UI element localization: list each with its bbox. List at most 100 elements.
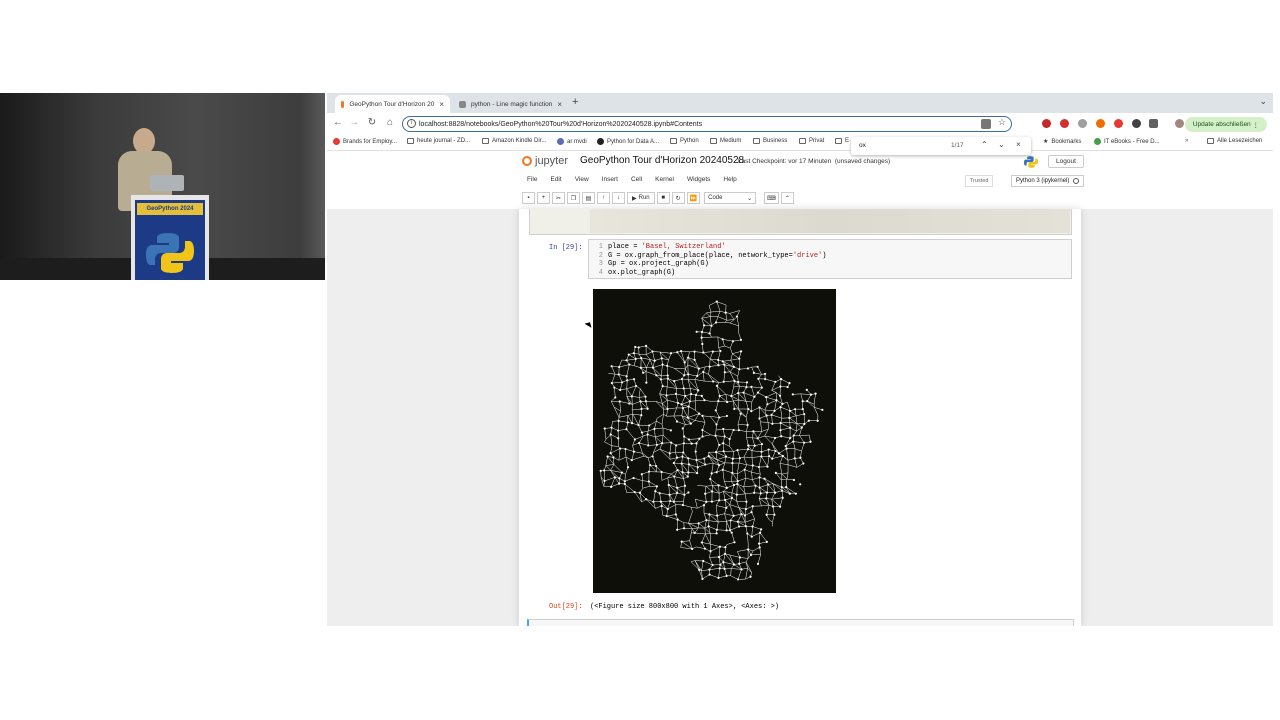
more-bookmarks-icon[interactable]: » bbox=[1185, 138, 1188, 144]
street-node bbox=[765, 396, 768, 399]
move-down-icon[interactable]: ↓ bbox=[612, 192, 625, 204]
bookmark-item[interactable]: heute journal - ZD... bbox=[407, 138, 470, 144]
street-node bbox=[758, 486, 761, 489]
find-input[interactable]: ox bbox=[859, 142, 866, 149]
close-find-icon[interactable]: × bbox=[1016, 140, 1021, 149]
street-node bbox=[732, 365, 735, 368]
plus-icon[interactable]: + bbox=[572, 96, 578, 108]
street-node bbox=[666, 407, 669, 411]
insert-cell-icon[interactable]: + bbox=[537, 192, 550, 204]
cell-type-select[interactable]: Code ⌄ bbox=[704, 192, 757, 204]
street-node bbox=[647, 444, 650, 447]
street-node bbox=[672, 461, 675, 465]
street-node bbox=[661, 384, 664, 388]
keyboard-icon[interactable]: ⌨ bbox=[764, 192, 779, 204]
street-node bbox=[773, 436, 777, 440]
notebook-title[interactable]: GeoPython Tour d'Horizon 20240528 bbox=[580, 155, 744, 166]
home-icon[interactable]: ⌂ bbox=[383, 117, 397, 128]
close-tab-icon[interactable]: × bbox=[557, 100, 562, 109]
street-node bbox=[633, 438, 637, 441]
paste-icon[interactable]: ▤ bbox=[582, 192, 595, 204]
menu-widgets[interactable]: Widgets bbox=[682, 174, 715, 188]
copy-icon[interactable]: ❐ bbox=[567, 192, 580, 204]
street-node bbox=[705, 500, 708, 504]
street-node bbox=[745, 385, 748, 389]
menu-help[interactable]: Help bbox=[718, 174, 741, 188]
stop-icon[interactable]: ■ bbox=[656, 192, 670, 204]
street-node bbox=[619, 388, 622, 392]
street-node bbox=[746, 367, 750, 370]
find-next-icon[interactable]: ⌄ bbox=[998, 140, 1005, 149]
site-info-icon[interactable]: i bbox=[407, 119, 416, 128]
street-node bbox=[683, 361, 686, 364]
code-line: 3 Gp = ox.project_graph(G) bbox=[598, 260, 709, 268]
find-previous-icon[interactable]: ⌃ bbox=[981, 140, 988, 149]
bookmark-folder[interactable]: Privat bbox=[799, 138, 824, 144]
trusted-indicator[interactable]: Trusted bbox=[965, 175, 994, 187]
extension-icon[interactable] bbox=[1060, 119, 1069, 128]
menu-insert[interactable]: Insert bbox=[597, 174, 623, 188]
street-node bbox=[694, 450, 697, 453]
extension-icon[interactable] bbox=[1096, 119, 1105, 128]
bookmark-folder[interactable]: Alle Lesezeichen bbox=[1207, 138, 1262, 144]
extension-icon[interactable] bbox=[1078, 119, 1087, 128]
move-up-icon[interactable]: ↑ bbox=[597, 192, 610, 204]
menu-file[interactable]: File bbox=[522, 174, 542, 188]
forward-icon[interactable]: → bbox=[347, 117, 361, 128]
bookmark-item[interactable]: IT eBooks - Free D... bbox=[1094, 138, 1160, 145]
output-text: (<Figure size 800x800 with 1 Axes>, <Axe… bbox=[590, 603, 780, 611]
street-node bbox=[700, 394, 703, 397]
screenshot-icon[interactable] bbox=[981, 119, 991, 129]
street-node bbox=[666, 364, 669, 367]
menu-view[interactable]: View bbox=[570, 174, 594, 188]
menu-kernel[interactable]: Kernel bbox=[650, 174, 679, 188]
street-node bbox=[779, 378, 783, 381]
street-node bbox=[617, 437, 620, 440]
bookmark-item[interactable]: Brands for Employ... bbox=[333, 138, 397, 145]
reload-icon[interactable]: ↻ bbox=[365, 117, 379, 128]
menu-edit[interactable]: Edit bbox=[545, 174, 566, 188]
save-icon[interactable]: ▪ bbox=[522, 192, 535, 204]
address-bar[interactable]: i localhost:8828/notebooks/GeoPython%20T… bbox=[402, 116, 1012, 132]
bookmark-folder[interactable]: E bbox=[835, 138, 849, 144]
jupyter-logo[interactable]: jupyter bbox=[522, 155, 568, 167]
code-editor[interactable]: 1 place = 'Basel, Switzerland' 2G = ox.gr… bbox=[588, 239, 1072, 279]
tab-notebook[interactable]: GeoPython Tour d'Horizon 20 × bbox=[335, 95, 450, 113]
bookmark-star-icon[interactable]: ☆ bbox=[998, 117, 1006, 128]
bookmark-item[interactable]: Amazon Kindle Dir... bbox=[482, 138, 546, 144]
bookmark-item[interactable]: ★ Bookmarks bbox=[1043, 138, 1081, 146]
stage-light bbox=[300, 93, 325, 280]
code-cell[interactable]: In [29]: 1 place = 'Basel, Switzerland' 2… bbox=[529, 239, 1072, 279]
extension-icon[interactable] bbox=[1132, 119, 1141, 128]
profile-avatar[interactable] bbox=[1175, 119, 1184, 128]
menu-cell[interactable]: Cell bbox=[626, 174, 647, 188]
bookmark-folder[interactable]: Python bbox=[670, 138, 699, 144]
extension-opera-icon[interactable] bbox=[1042, 119, 1051, 128]
street-node bbox=[634, 384, 638, 388]
extensions-puzzle-icon[interactable] bbox=[1149, 119, 1158, 128]
restart-run-all-icon[interactable]: ⏩ bbox=[686, 192, 701, 204]
street-node bbox=[680, 349, 683, 353]
street-node bbox=[800, 426, 803, 429]
street-node bbox=[758, 476, 761, 479]
run-button[interactable]: ▶ Run bbox=[627, 192, 655, 204]
extension-icon[interactable] bbox=[1114, 119, 1123, 128]
street-node bbox=[696, 471, 699, 475]
street-node bbox=[691, 547, 694, 550]
bookmark-item[interactable]: Python for Data A... bbox=[597, 138, 659, 145]
collapse-header-icon[interactable]: ⌃ bbox=[780, 192, 794, 204]
back-icon[interactable]: ← bbox=[331, 117, 345, 128]
street-node bbox=[672, 500, 675, 503]
next-code-cell[interactable] bbox=[527, 619, 1074, 626]
bookmark-folder[interactable]: Medium bbox=[710, 138, 741, 144]
chevron-down-icon[interactable]: ⌄ bbox=[1259, 96, 1267, 107]
street-node bbox=[646, 433, 649, 436]
bookmark-item[interactable]: ar mvdi bbox=[557, 138, 587, 145]
logout-button[interactable]: Logout bbox=[1048, 155, 1084, 168]
bookmark-folder[interactable]: Business bbox=[753, 138, 787, 144]
update-button[interactable]: Update abschließen ⋮ bbox=[1184, 117, 1267, 132]
close-tab-icon[interactable]: × bbox=[439, 100, 444, 109]
cut-icon[interactable]: ✂ bbox=[552, 192, 565, 204]
restart-icon[interactable]: ↻ bbox=[671, 192, 685, 204]
tab-stackoverflow[interactable]: python - Line magic function × bbox=[453, 95, 568, 113]
